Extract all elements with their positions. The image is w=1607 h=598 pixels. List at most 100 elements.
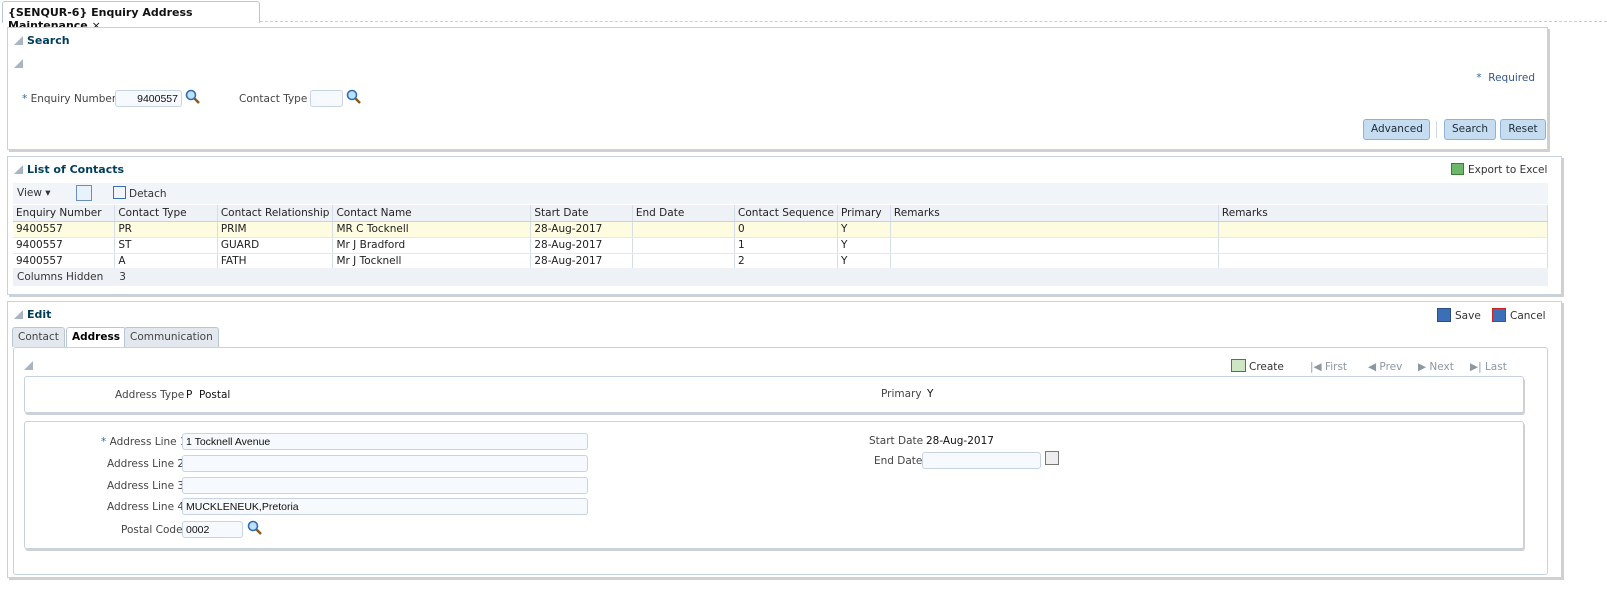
table-row[interactable]: 9400557 A FATH Mr J Tocknell 28-Aug-2017 2 Y — [13, 253, 1549, 270]
enquiry-number-input[interactable] — [115, 90, 182, 107]
table-cell: 28-Aug-2017 — [530, 221, 633, 238]
address-tab-content: Create |◀ First ◀ Prev ▶ Next ▶| Last Ad… — [13, 347, 1548, 575]
table-cell: GUARD — [217, 237, 334, 254]
tab-communication[interactable]: Communication — [124, 327, 219, 347]
search-icon[interactable] — [185, 89, 201, 105]
start-date-value: 28-Aug-2017 — [926, 435, 994, 447]
collapse-icon — [14, 36, 23, 45]
search-title[interactable]: Search — [14, 34, 70, 47]
column-header[interactable]: End Date — [632, 205, 736, 222]
address-type-value: P Postal — [186, 389, 231, 401]
contact-type-input[interactable] — [310, 90, 343, 107]
columns-hidden-bar: Columns Hidden 3 — [13, 268, 1548, 286]
address-line-4-input[interactable] — [182, 498, 588, 515]
save-icon — [1437, 308, 1451, 322]
table-cell: 0 — [734, 221, 839, 238]
table-row[interactable]: 9400557 PR PRIM MR C Tocknell 28-Aug-2017 0 Y — [13, 221, 1549, 238]
end-date-input[interactable] — [922, 452, 1041, 469]
table-cell: A — [114, 253, 218, 270]
search-button[interactable]: Search — [1444, 119, 1496, 140]
address-line-2-input[interactable] — [182, 455, 588, 472]
table-cell — [890, 237, 1219, 254]
table-cell — [632, 221, 736, 238]
table-cell — [632, 253, 736, 270]
column-header[interactable]: Enquiry Number — [13, 205, 116, 222]
detach-button[interactable]: Detach — [113, 186, 167, 200]
table-cell — [1218, 237, 1549, 254]
contacts-panel: List of Contacts Export to Excel View ▾ … — [7, 156, 1562, 295]
contacts-table: Enquiry Number Contact Type Contact Relati… — [13, 205, 1549, 270]
table-cell — [1218, 253, 1549, 270]
start-date-label: Start Date — [869, 435, 924, 447]
table-cell: 2 — [734, 253, 839, 270]
edit-panel: Edit Save Cancel Contact Address Communi… — [7, 301, 1562, 578]
column-header[interactable]: Contact Relationship — [217, 205, 334, 222]
last-button[interactable]: ▶| Last — [1470, 361, 1507, 373]
column-header[interactable]: Contact Sequence — [734, 205, 839, 222]
collapse-icon[interactable] — [24, 360, 37, 372]
search-icon[interactable] — [346, 89, 362, 105]
reset-button[interactable]: Reset — [1500, 119, 1546, 140]
contact-type-label: Contact Type — [239, 93, 308, 105]
required-note: * Required — [1476, 72, 1535, 84]
table-cell: FATH — [217, 253, 334, 270]
column-header[interactable]: Remarks — [890, 205, 1219, 222]
table-cell: PR — [114, 221, 218, 238]
create-button[interactable]: Create — [1231, 359, 1284, 373]
address-line-3-input[interactable] — [182, 477, 588, 494]
address-line-1-input[interactable] — [182, 433, 588, 450]
columns-hidden-count: 3 — [119, 271, 126, 283]
advanced-button[interactable]: Advanced — [1363, 119, 1430, 140]
table-cell: MR C Tocknell — [332, 221, 532, 238]
address-type-label: Address Type — [115, 389, 185, 401]
save-button[interactable]: Save — [1437, 308, 1481, 322]
table-cell: Y — [837, 237, 891, 254]
table-cell: Y — [837, 221, 891, 238]
view-menu[interactable]: View ▾ — [17, 187, 51, 199]
column-header[interactable]: Contact Name — [332, 205, 532, 222]
first-button[interactable]: |◀ First — [1310, 361, 1347, 373]
address-line-4-label: Address Line 4 — [107, 501, 185, 513]
contacts-title[interactable]: List of Contacts — [14, 163, 124, 176]
next-button[interactable]: ▶ Next — [1418, 361, 1454, 373]
cancel-icon — [1492, 308, 1506, 322]
postal-code-input[interactable] — [182, 521, 243, 538]
filter-icon[interactable] — [76, 185, 92, 201]
column-header[interactable]: Contact Type — [114, 205, 218, 222]
table-row[interactable]: 9400557 ST GUARD Mr J Bradford 28-Aug-2017 1 Y — [13, 237, 1549, 254]
columns-hidden-label: Columns Hidden — [17, 271, 104, 283]
table-cell: 28-Aug-2017 — [530, 253, 633, 270]
create-icon — [1231, 359, 1246, 372]
table-cell — [1218, 221, 1549, 238]
search-panel: Search * Required * Enquiry Number Conta… — [7, 27, 1548, 150]
prev-button[interactable]: ◀ Prev — [1368, 361, 1402, 373]
calendar-icon[interactable] — [1045, 451, 1059, 465]
collapse-icon[interactable] — [14, 58, 27, 70]
edit-title[interactable]: Edit — [14, 308, 51, 321]
primary-value: Y — [927, 388, 934, 400]
primary-label: Primary — [881, 388, 922, 400]
address-line-2-label: Address Line 2 — [107, 458, 185, 470]
table-cell: 9400557 — [13, 237, 116, 254]
export-to-excel-button[interactable]: Export to Excel — [1451, 163, 1547, 176]
column-header[interactable]: Primary — [837, 205, 891, 222]
address-line-1-label: * Address Line 1 — [101, 436, 187, 448]
column-header[interactable]: Remarks — [1218, 205, 1549, 222]
cancel-button[interactable]: Cancel — [1492, 308, 1546, 322]
excel-icon — [1451, 163, 1464, 175]
column-header[interactable]: Start Date — [530, 205, 633, 222]
postal-code-label: Postal Code — [121, 524, 183, 536]
address-detail-box: * Address Line 1 Address Line 2 Address … — [24, 421, 1524, 549]
table-cell: Mr J Bradford — [332, 237, 532, 254]
table-cell: 28-Aug-2017 — [530, 237, 633, 254]
search-icon[interactable] — [247, 520, 263, 536]
address-header-box: Address Type P Postal Primary Y — [24, 376, 1524, 413]
table-cell — [632, 237, 736, 254]
page-tab[interactable]: {SENQUR-6} Enquiry Address Maintenance × — [2, 1, 260, 32]
table-cell: PRIM — [217, 221, 334, 238]
table-cell — [890, 253, 1219, 270]
tab-contact[interactable]: Contact — [12, 327, 65, 347]
table-cell: 1 — [734, 237, 839, 254]
address-line-3-label: Address Line 3 — [107, 480, 185, 492]
tab-address[interactable]: Address — [66, 327, 126, 347]
